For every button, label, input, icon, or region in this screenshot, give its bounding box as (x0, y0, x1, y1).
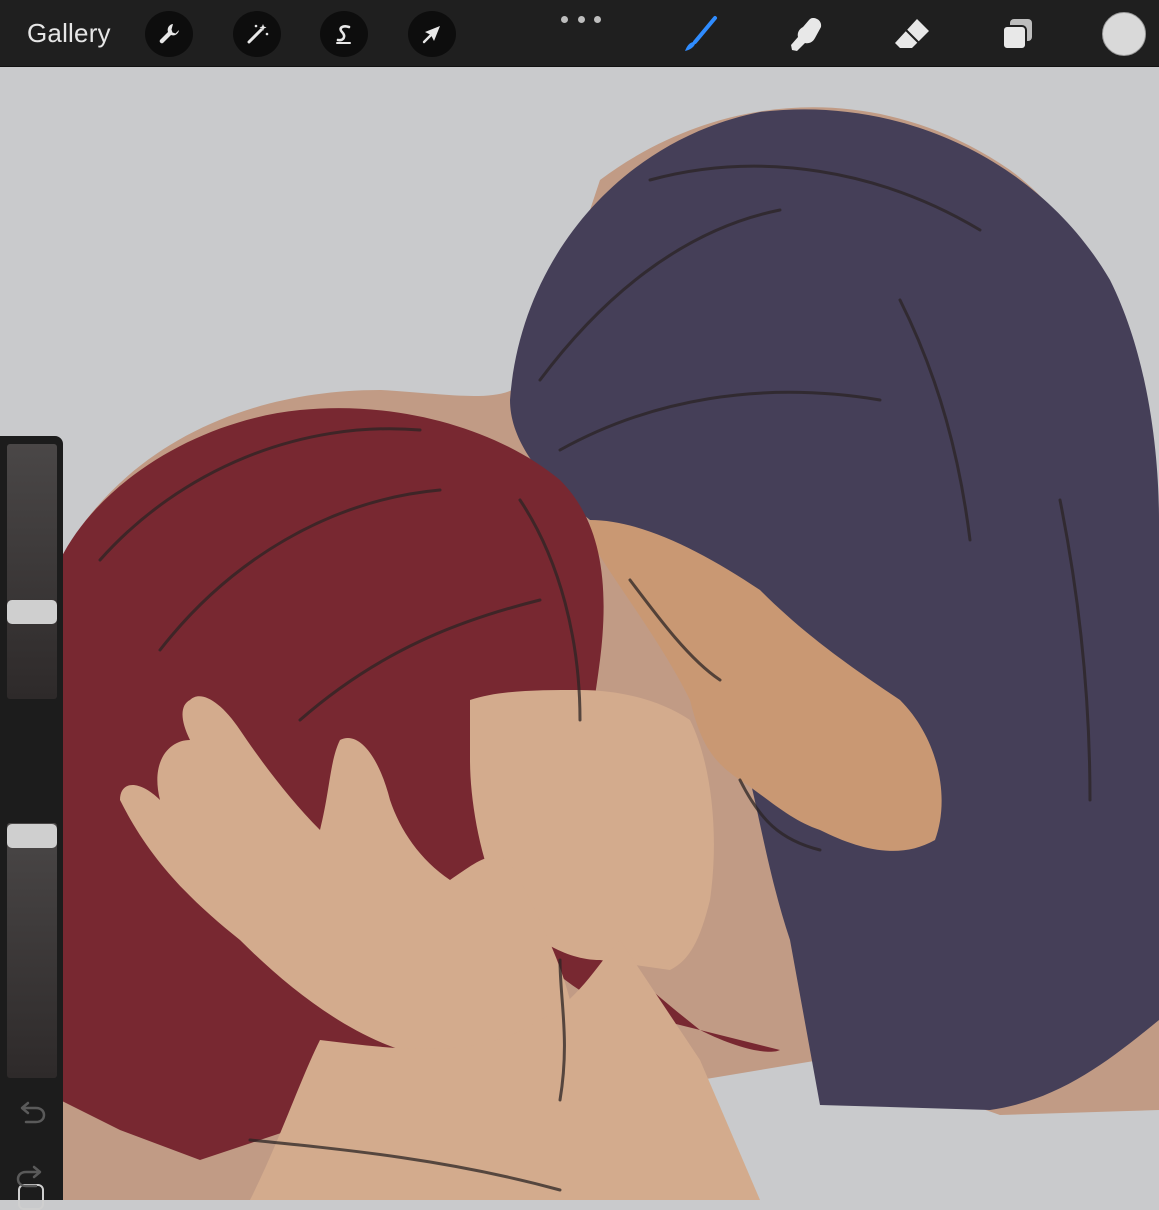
transform-button[interactable] (408, 11, 456, 57)
wrench-icon (159, 24, 179, 44)
undo-icon[interactable] (14, 1098, 48, 1128)
more-options-button[interactable] (561, 12, 601, 26)
gallery-button[interactable]: Gallery (27, 18, 111, 49)
smudge-finger-icon (791, 18, 822, 51)
brush-size-slider[interactable] (7, 444, 57, 699)
actions-button[interactable] (145, 11, 193, 57)
drawing-canvas[interactable] (0, 67, 1159, 1200)
adjustments-button[interactable] (233, 11, 281, 57)
layers-icon (1002, 19, 1032, 50)
artwork-painting (0, 67, 1159, 1200)
brush-size-handle[interactable] (7, 600, 57, 624)
eraser-icon (895, 19, 929, 48)
opacity-slider[interactable] (7, 823, 57, 1078)
left-sidebar (0, 436, 63, 1210)
color-picker-button[interactable] (1102, 12, 1146, 56)
ellipsis-icon (561, 15, 568, 23)
arrow-cursor-icon (422, 26, 440, 44)
brush-tool-button[interactable] (679, 12, 723, 56)
smudge-tool-button[interactable] (785, 12, 829, 56)
redo-icon[interactable] (14, 1162, 48, 1192)
top-toolbar: Gallery (0, 0, 1159, 67)
selection-button[interactable] (320, 11, 368, 57)
opacity-handle[interactable] (7, 824, 57, 848)
brush-icon (685, 16, 717, 51)
eraser-tool-button[interactable] (890, 12, 934, 56)
layers-button[interactable] (996, 12, 1040, 56)
selection-s-icon (336, 25, 351, 44)
magic-wand-icon (247, 24, 269, 44)
